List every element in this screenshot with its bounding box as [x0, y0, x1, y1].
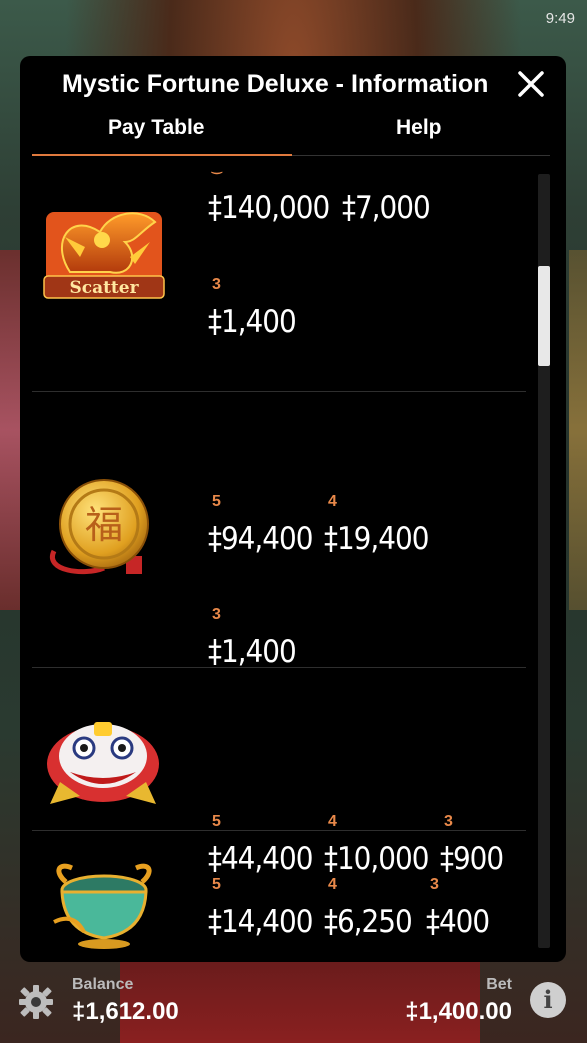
balance-label: Balance — [72, 976, 134, 993]
jade-bowl-symbol — [44, 862, 164, 957]
dialog-title: Mystic Fortune Deluxe - Information — [62, 70, 489, 98]
information-dialog: Mystic Fortune Deluxe - Information Pay … — [20, 56, 566, 962]
scatter-value-5: ‡140,000 — [208, 190, 330, 226]
coin-count-4: 4 — [328, 493, 337, 510]
gold-coin-symbol: 福 — [44, 476, 164, 591]
bowl-value-3: ‡400 — [426, 904, 490, 940]
coin-count-3: 3 — [212, 606, 221, 623]
lion-count-4: 4 — [328, 813, 337, 830]
lion-head-symbol — [40, 712, 166, 813]
coin-value-5: ‡94,400 — [208, 521, 313, 557]
coin-count-5: 5 — [212, 493, 221, 510]
bowl-count-3: 3 — [430, 876, 439, 893]
info-icon[interactable]: i — [530, 982, 566, 1018]
bowl-count-4: 4 — [328, 876, 337, 893]
coin-value-3: ‡1,400 — [208, 634, 297, 670]
bet-label: Bet — [486, 976, 512, 993]
balance-value: ‡1,612.00 — [72, 998, 179, 1025]
bowl-count-5: 5 — [212, 876, 221, 893]
scrollbar-thumb[interactable] — [538, 266, 550, 366]
row-divider — [32, 667, 526, 668]
background-decoration-right — [569, 250, 587, 610]
bet-value: ‡1,400.00 — [405, 998, 512, 1025]
close-icon[interactable] — [514, 64, 548, 104]
tab-help[interactable]: Help — [396, 116, 442, 140]
scatter-count-3: 3 — [212, 276, 221, 293]
bowl-value-4: ‡6,250 — [324, 904, 413, 940]
coin-value-4: ‡19,400 — [324, 521, 429, 557]
count-label-clipped: ‿ — [212, 160, 222, 174]
status-clock: 9:49 — [545, 10, 575, 27]
svg-text:Scatter: Scatter — [69, 278, 139, 298]
row-divider — [32, 391, 526, 392]
lion-value-3: ‡900 — [440, 841, 504, 877]
svg-text:福: 福 — [85, 503, 123, 547]
bowl-value-5: ‡14,400 — [208, 904, 313, 940]
lion-value-5: ‡44,400 — [208, 841, 313, 877]
paytable-list[interactable]: ‿ ‡140,000 ‡7,000 Scatter 3 ‡1,400 福 5 ‡… — [20, 156, 566, 962]
tab-pay-table[interactable]: Pay Table — [108, 116, 205, 140]
scatter-value-4: ‡7,000 — [342, 190, 431, 226]
lion-count-3: 3 — [444, 813, 453, 830]
lion-value-4: ‡10,000 — [324, 841, 429, 877]
scatter-symbol: Scatter — [40, 202, 168, 307]
row-divider — [32, 830, 526, 831]
lion-count-5: 5 — [212, 813, 221, 830]
scatter-value-3: ‡1,400 — [208, 304, 297, 340]
scrollbar[interactable] — [538, 174, 550, 948]
gear-icon[interactable] — [18, 984, 54, 1020]
